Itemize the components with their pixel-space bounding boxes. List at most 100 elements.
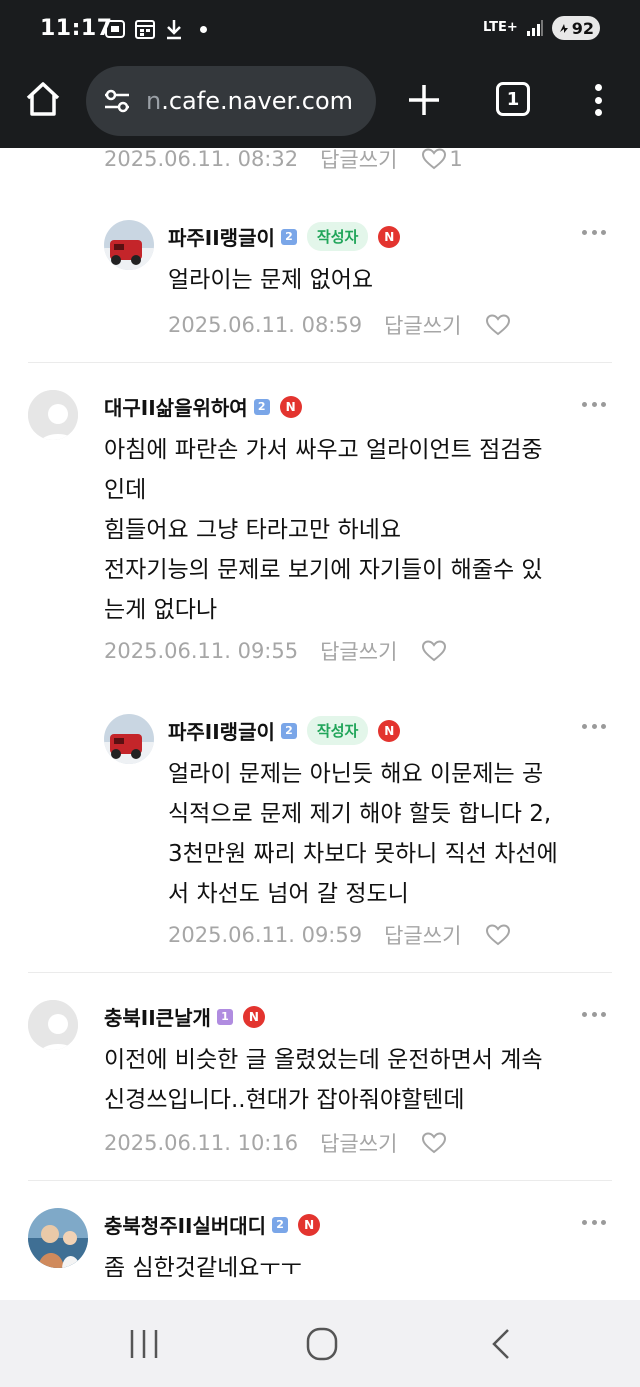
comment-text-line: 좀 심한것같네요ㅜㅜ [104, 1255, 302, 1281]
member-level-badge: 2 [272, 1216, 289, 1233]
heart-icon[interactable] [421, 639, 447, 663]
nickname[interactable]: 충북II큰날개 [104, 1002, 211, 1031]
calendar-icon [135, 20, 155, 39]
comment-meta: 2025.06.11. 08:32 답글쓰기 1 [104, 148, 463, 174]
more-options-icon[interactable] [582, 402, 606, 410]
new-badge: N [279, 395, 302, 418]
like-count: 1 [449, 148, 463, 171]
avatar[interactable] [28, 1000, 78, 1050]
nickname[interactable]: 충북청주II실버대디 [104, 1210, 266, 1239]
comment-date: 2025.06.11. 09:59 [168, 923, 363, 947]
comment-meta: 2025.06.11. 10:16 답글쓰기 [104, 1128, 447, 1158]
comment-date: 2025.06.11. 08:32 [104, 148, 299, 171]
member-level-badge: 2 [280, 228, 297, 245]
author-badge: 작성자 [306, 716, 369, 745]
comment-text-line: 얼라이 문제는 아닌듯 해요 이문제는 공 [168, 761, 544, 787]
more-options-icon[interactable] [582, 1012, 606, 1020]
system-navigation-bar [0, 1300, 640, 1387]
comment-date: 2025.06.11. 09:55 [104, 639, 299, 663]
reply-button[interactable]: 답글쓰기 [384, 310, 461, 340]
address-bar[interactable]: n.cafe.naver.com [86, 66, 376, 136]
url-toolbar: n.cafe.naver.com 1 [0, 62, 640, 148]
comment-text-line: 식적으로 문제 제기 해야 할듯 합니다 2, [168, 801, 552, 827]
comment-text: 얼라이는 문제 없어요 [168, 260, 373, 300]
home-icon[interactable] [24, 80, 62, 118]
nickname[interactable]: 파주II랭글이 [168, 716, 275, 745]
back-icon[interactable] [482, 1326, 522, 1362]
avatar[interactable] [28, 1208, 88, 1268]
new-badge: N [378, 225, 401, 248]
new-badge: N [242, 1005, 265, 1028]
home-circle-icon[interactable] [302, 1326, 342, 1362]
divider [28, 1180, 612, 1181]
notification-dot-icon [200, 25, 207, 33]
member-level-badge: 2 [253, 398, 270, 415]
comment-text-line: 힘들어요 그냥 타라고만 하네요 [104, 517, 402, 543]
comment-text-line: 신경쓰입니다..현대가 잡아줘야할텐데 [104, 1087, 465, 1113]
more-options-icon[interactable] [582, 1220, 606, 1228]
status-time: 11:17 [40, 16, 113, 41]
comment-header: 파주II랭글이 2 작성자 N [168, 222, 401, 251]
comment-text-line: 얼라이는 문제 없어요 [168, 267, 374, 293]
more-options-icon[interactable] [582, 230, 606, 238]
new-badge: N [378, 719, 401, 742]
overflow-menu-icon[interactable] [588, 80, 608, 120]
tabs-icon[interactable]: 1 [496, 82, 530, 116]
new-badge: N [298, 1213, 321, 1236]
heart-icon[interactable] [485, 923, 511, 947]
comment-text: 좀 심한것같네요ㅜㅜ [104, 1248, 302, 1288]
author-badge: 작성자 [306, 222, 369, 251]
comment-text: 아침에 파란손 가서 싸우고 얼라이언트 점검중 인데 힘들어요 그냥 타라고만… [104, 430, 543, 630]
divider [28, 972, 612, 973]
url-domain: .cafe.naver.com [161, 87, 354, 115]
member-level-badge: 2 [280, 722, 297, 739]
status-bar: 11:17 LTE+ 92 [0, 0, 640, 62]
avatar[interactable] [104, 714, 154, 764]
comment-text: 얼라이 문제는 아닌듯 해요 이문제는 공 식적으로 문제 제기 해야 할듯 합… [168, 754, 558, 914]
comment-text-line: 는게 없다나 [104, 597, 218, 623]
heart-icon[interactable] [421, 148, 447, 171]
nickname[interactable]: 파주II랭글이 [168, 222, 275, 251]
download-icon [167, 20, 181, 40]
comment-meta: 2025.06.11. 09:55 답글쓰기 [104, 636, 447, 666]
network-label: LTE+ [482, 20, 518, 35]
comment-meta: 2025.06.11. 08:59 답글쓰기 [168, 310, 511, 340]
reply-button[interactable]: 답글쓰기 [320, 636, 397, 666]
comment-header: 대구II삶을위하여 2 N [104, 392, 302, 421]
new-tab-plus-icon[interactable] [404, 80, 444, 120]
heart-icon[interactable] [485, 313, 511, 337]
tab-count: 1 [506, 88, 520, 110]
reply-button[interactable]: 답글쓰기 [384, 920, 461, 950]
comment-header: 충북II큰날개 1 N [104, 1002, 265, 1031]
comment-header: 파주II랭글이 2 작성자 N [168, 716, 401, 745]
comment-text-line: 전자기능의 문제로 보기에 자기들이 해줄수 있 [104, 557, 543, 583]
nickname[interactable]: 대구II삶을위하여 [104, 392, 248, 421]
reply-button[interactable]: 답글쓰기 [320, 148, 397, 174]
member-level-badge: 1 [216, 1008, 233, 1025]
comment-text-line: 이전에 비슷한 글 올렸었는데 운전하면서 계속 [104, 1047, 543, 1073]
battery-icon: 92 [551, 16, 600, 40]
comment-date: 2025.06.11. 10:16 [104, 1131, 299, 1155]
reply-button[interactable]: 답글쓰기 [320, 1128, 397, 1158]
comment-text-line: 아침에 파란손 가서 싸우고 얼라이언트 점검중 [104, 437, 543, 463]
comment-header: 충북청주II실버대디 2 N [104, 1210, 321, 1239]
status-icons [104, 18, 207, 40]
signal-icon [526, 20, 543, 36]
divider [28, 362, 612, 363]
avatar[interactable] [104, 220, 154, 270]
comment-text-line: 3천만원 짜리 차보다 못하니 직선 차선에 [168, 841, 558, 867]
recent-apps-icon[interactable] [124, 1326, 164, 1362]
status-right: LTE+ 92 [483, 16, 600, 40]
avatar[interactable] [28, 390, 78, 440]
browser-chrome: 11:17 LTE+ 92 n.cafe.naver.com 1 [0, 0, 640, 148]
battery-level: 92 [571, 18, 594, 38]
comment-text-line: 인데 [104, 477, 147, 503]
comment-list[interactable]: 2025.06.11. 08:32 답글쓰기 1 파주II랭글이 2 작성자 N… [0, 148, 640, 1300]
comment-text: 이전에 비슷한 글 올렸었는데 운전하면서 계속 신경쓰입니다..현대가 잡아줘… [104, 1040, 543, 1120]
screenshot-icon [105, 20, 125, 38]
site-settings-icon[interactable] [102, 86, 132, 116]
heart-icon[interactable] [421, 1131, 447, 1155]
url-text[interactable]: n.cafe.naver.com [146, 87, 353, 115]
more-options-icon[interactable] [582, 724, 606, 732]
url-prefix: n [146, 87, 162, 115]
